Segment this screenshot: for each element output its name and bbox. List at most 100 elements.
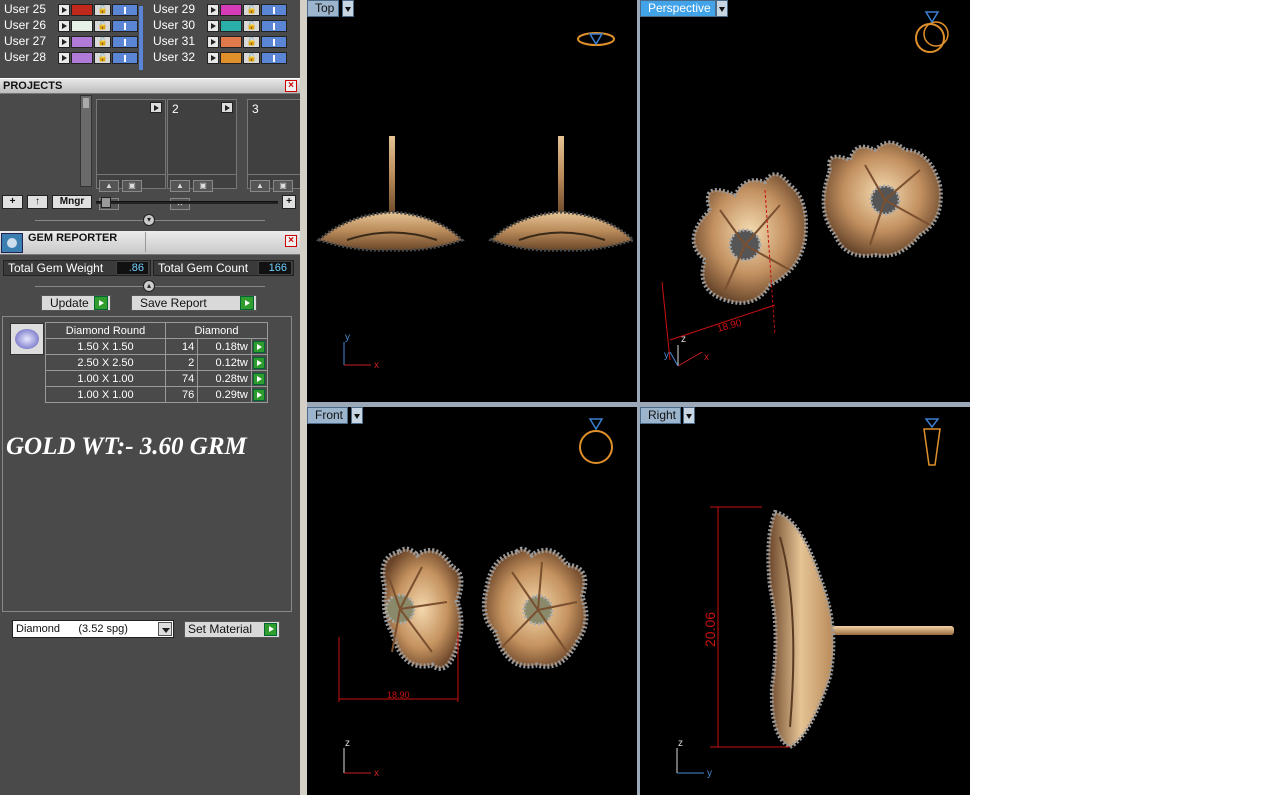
viewport-label-top[interactable]: Top [307, 0, 340, 17]
user-layer-row[interactable]: User 29 🔓 [153, 2, 293, 17]
gem-table-row[interactable]: 2.50 X 2.50 2 0.12tw [45, 354, 269, 371]
upload-icon[interactable]: ▲ [170, 180, 190, 192]
width-dimension-label: 18.90 [387, 690, 410, 700]
lock-icon[interactable]: 🔓 [94, 36, 111, 48]
layer-expand-icon[interactable] [58, 20, 70, 32]
save-icon[interactable]: ▣ [273, 180, 293, 192]
lock-icon[interactable]: 🔓 [94, 4, 111, 16]
project-expand-icon[interactable] [221, 102, 233, 113]
layer-expand-icon[interactable] [58, 52, 70, 64]
add-project-button[interactable]: + [2, 195, 23, 209]
zoom-in-button[interactable]: + [282, 195, 296, 209]
layer-color-swatch[interactable] [220, 36, 242, 48]
viewport-label-front[interactable]: Front [307, 407, 349, 424]
perspective-viewport[interactable]: 18.90 z x y Perspective [640, 0, 970, 402]
user-layer-row[interactable]: User 28 🔓 [4, 50, 144, 65]
layer-color-swatch[interactable] [220, 20, 242, 32]
gem-table-row[interactable]: 1.00 X 1.00 74 0.28tw [45, 370, 269, 387]
material-select[interactable]: Diamond (3.52 spg) [12, 620, 174, 638]
play-icon[interactable] [252, 356, 265, 369]
layer-color-swatch[interactable] [71, 36, 93, 48]
upload-icon[interactable]: ▲ [99, 180, 119, 192]
gem-row-go[interactable] [250, 354, 269, 371]
play-icon[interactable] [252, 340, 265, 353]
viewport-label-perspective[interactable]: Perspective [640, 0, 716, 17]
gem-table-row[interactable]: 1.50 X 1.50 14 0.18tw [45, 338, 269, 355]
update-go-icon[interactable] [94, 296, 108, 310]
gem-reporter-close-icon[interactable]: × [285, 235, 297, 247]
layers-separator [139, 6, 143, 70]
user-layer-row[interactable]: User 31 🔓 [153, 34, 293, 49]
viewport-area: y x Top 18.90 z x y Perspective 18.90 z … [307, 0, 970, 795]
layer-visibility-toggle[interactable] [112, 52, 138, 64]
slider-handle[interactable] [101, 197, 111, 208]
top-viewport[interactable]: y x Top [307, 0, 637, 402]
projects-close-icon[interactable]: × [285, 80, 297, 92]
project-expand-icon[interactable] [150, 102, 162, 113]
user-layer-row[interactable]: User 25 🔓 [4, 2, 144, 17]
layer-color-swatch[interactable] [220, 4, 242, 16]
set-material-button[interactable]: Set Material [184, 621, 280, 638]
chevron-down-icon[interactable] [342, 0, 354, 17]
save-icon[interactable]: ▣ [122, 180, 142, 192]
layer-expand-icon[interactable] [207, 20, 219, 32]
lock-icon[interactable]: 🔓 [94, 20, 111, 32]
set-material-go-icon[interactable] [264, 623, 277, 636]
chevron-down-icon[interactable] [683, 407, 695, 424]
user-layer-row[interactable]: User 30 🔓 [153, 18, 293, 33]
project-card[interactable]: ▲▣✕ [96, 99, 166, 210]
lock-icon[interactable]: 🔓 [243, 52, 260, 64]
user-layer-row[interactable]: User 32 🔓 [153, 50, 293, 65]
chevron-down-icon[interactable] [158, 622, 172, 636]
gem-table-row[interactable]: 1.00 X 1.00 76 0.29tw [45, 386, 269, 403]
project-zoom-slider[interactable] [96, 201, 278, 204]
layer-color-swatch[interactable] [71, 20, 93, 32]
layer-expand-icon[interactable] [207, 4, 219, 16]
header-shape: Diamond Round [45, 322, 166, 339]
viewport-label-right[interactable]: Right [640, 407, 682, 424]
save-report-go-icon[interactable] [240, 296, 254, 310]
collapse-icon[interactable]: ▾ [143, 214, 155, 226]
layer-visibility-toggle[interactable] [112, 20, 138, 32]
chevron-down-icon[interactable] [351, 407, 363, 424]
layer-color-swatch[interactable] [71, 4, 93, 16]
gem-row-go[interactable] [250, 386, 269, 403]
project-card[interactable]: 2 ▲▣✕ [167, 99, 237, 210]
chevron-down-icon[interactable] [716, 0, 728, 17]
user-layer-row[interactable]: User 27 🔓 [4, 34, 144, 49]
gem-row-go[interactable] [250, 370, 269, 387]
layer-expand-icon[interactable] [58, 4, 70, 16]
save-report-button[interactable]: Save Report [131, 295, 257, 311]
layer-expand-icon[interactable] [207, 52, 219, 64]
panel-splitter[interactable] [300, 0, 307, 795]
user-layer-row[interactable]: User 26 🔓 [4, 18, 144, 33]
lock-icon[interactable]: 🔓 [243, 36, 260, 48]
upload-icon[interactable]: ▲ [250, 180, 270, 192]
layer-expand-icon[interactable] [58, 36, 70, 48]
delete-icon[interactable]: ✕ [170, 198, 190, 210]
up-project-button[interactable]: ↑ [27, 195, 48, 209]
projects-scrollbar[interactable] [80, 95, 92, 187]
lock-icon[interactable]: 🔓 [243, 20, 260, 32]
layer-visibility-toggle[interactable] [112, 36, 138, 48]
project-card[interactable]: 3 ▲ ▣ [247, 99, 300, 192]
collapse-icon[interactable]: ▴ [143, 280, 155, 292]
play-icon[interactable] [252, 372, 265, 385]
right-viewport[interactable]: 20.06 z y Right [640, 407, 970, 795]
manager-button[interactable]: Mngr [52, 195, 92, 209]
layer-visibility-toggle[interactable] [112, 4, 138, 16]
gem-row-go[interactable] [250, 338, 269, 355]
layer-visibility-toggle[interactable] [261, 52, 287, 64]
layer-expand-icon[interactable] [207, 36, 219, 48]
play-icon[interactable] [252, 388, 265, 401]
layer-visibility-toggle[interactable] [261, 20, 287, 32]
front-viewport[interactable]: 18.90 z x Front [307, 407, 637, 795]
layer-color-swatch[interactable] [220, 52, 242, 64]
lock-icon[interactable]: 🔓 [94, 52, 111, 64]
save-icon[interactable]: ▣ [193, 180, 213, 192]
lock-icon[interactable]: 🔓 [243, 4, 260, 16]
layer-visibility-toggle[interactable] [261, 36, 287, 48]
layer-visibility-toggle[interactable] [261, 4, 287, 16]
ring-orientation-icon [577, 32, 615, 46]
layer-color-swatch[interactable] [71, 52, 93, 64]
